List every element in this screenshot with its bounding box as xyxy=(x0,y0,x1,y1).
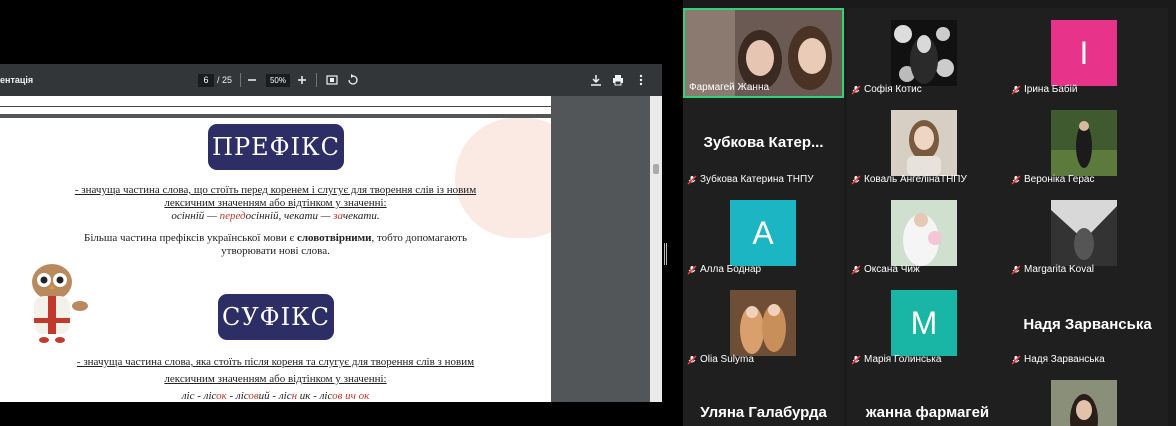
page-count: / 25 xyxy=(217,75,233,85)
prefix-definition-line1: - значуща частина слова, що стоїть перед… xyxy=(74,184,477,196)
participant-tile[interactable]: Margarita Koval xyxy=(1007,188,1168,278)
participant-tile[interactable]: M Марія Голинська xyxy=(847,278,1008,368)
mic-muted-icon xyxy=(851,355,861,364)
participant-name: Фармагей Жанна xyxy=(689,82,770,93)
print-icon[interactable] xyxy=(610,72,626,88)
prefix-title: ПРЕФІКС xyxy=(208,124,344,170)
mic-muted-icon xyxy=(1011,85,1021,94)
profile-photo xyxy=(1051,380,1117,426)
prefix-note-line2: утворювати нові слова. xyxy=(221,245,330,257)
mic-muted-icon xyxy=(687,175,697,184)
participant-display-name: Зубкова Катер... xyxy=(703,134,824,151)
download-icon[interactable] xyxy=(588,72,604,88)
participant-tile[interactable]: Вероніка Герас xyxy=(1007,98,1168,188)
toolbar-divider xyxy=(240,73,241,87)
avatar: A xyxy=(730,200,796,266)
profile-photo xyxy=(891,110,957,176)
participant-tile[interactable]: I Ірина Бабій xyxy=(1007,8,1168,98)
profile-photo xyxy=(891,200,957,266)
owl-mascot-icon xyxy=(32,264,88,343)
participant-tile[interactable] xyxy=(1007,368,1168,426)
participant-name: Софія Котис xyxy=(864,84,922,95)
participant-tile[interactable]: Уляна Галабурда xyxy=(683,368,844,426)
pages-area[interactable]: ПРЕФІКС - значуща частина слова, що стої… xyxy=(0,96,650,402)
zoom-input[interactable]: 50% xyxy=(266,74,290,87)
participant-tile[interactable]: Надя Зарванська Надя Зарванська xyxy=(1007,278,1168,368)
participant-name: Зубкова Катерина ТНПУ xyxy=(700,174,814,185)
participant-name: Надя Зарванська xyxy=(1024,354,1105,365)
mic-muted-icon xyxy=(851,265,861,274)
avatar: M xyxy=(891,290,957,356)
participant-name: Коваль АнгелінаТНПУ xyxy=(864,174,967,185)
participant-gallery: Фармагей Жанна Софія Котис I Ірина Бабій… xyxy=(683,0,1176,426)
participant-tile[interactable]: A Алла Боднар xyxy=(683,188,844,278)
participant-tile[interactable]: Olia Sulyma xyxy=(683,278,844,368)
mic-muted-icon xyxy=(1011,175,1021,184)
participant-tile[interactable]: жанна фармагей xyxy=(847,368,1008,426)
profile-photo xyxy=(1051,200,1117,266)
participant-name: Вероніка Герас xyxy=(1024,174,1095,185)
participant-name: Алла Боднар xyxy=(700,264,762,275)
prefix-definition-line2: лексичним значенням або відтінком у знач… xyxy=(164,197,387,209)
participant-name: Margarita Koval xyxy=(1024,264,1095,275)
minus-icon[interactable] xyxy=(244,72,260,88)
mic-muted-icon xyxy=(851,85,861,94)
rotate-icon[interactable] xyxy=(345,72,361,88)
previous-page xyxy=(0,96,551,114)
mic-muted-icon xyxy=(1011,265,1021,274)
fit-page-icon[interactable] xyxy=(324,72,340,88)
participant-name: Olia Sulyma xyxy=(700,354,754,365)
viewer-toolbar: ентація 6 / 25 50% xyxy=(0,64,662,96)
participant-display-name: жанна фармагей xyxy=(865,404,990,421)
profile-photo xyxy=(891,20,957,86)
document-title: ентація xyxy=(0,75,34,85)
toolbar-divider xyxy=(316,73,317,87)
mic-muted-icon xyxy=(687,355,697,364)
avatar: I xyxy=(1051,20,1117,86)
vertical-scrollbar[interactable] xyxy=(650,96,662,402)
participant-tile[interactable]: Софія Котис xyxy=(847,8,1008,98)
suffix-title: СУФІКС xyxy=(218,294,334,340)
prefix-note-line1: Більша частина префіксів української мов… xyxy=(84,232,467,244)
participant-tile[interactable]: Коваль АнгелінаТНПУ xyxy=(847,98,1008,188)
slide-page: ПРЕФІКС - значуща частина слова, що стої… xyxy=(0,118,551,402)
participant-name: Марія Голинська xyxy=(864,354,942,365)
prefix-examples: осінній — передосінній, чекати — зачекат… xyxy=(171,210,380,222)
suffix-definition-line2: лексичним значенням або відтінком у знач… xyxy=(164,373,387,385)
profile-photo xyxy=(730,290,796,356)
split-view-handle[interactable] xyxy=(664,243,667,265)
plus-icon[interactable] xyxy=(294,72,310,88)
participant-name: Ірина Бабій xyxy=(1024,84,1078,95)
participant-tile[interactable]: Зубкова Катер... Зубкова Катерина ТНПУ xyxy=(683,98,844,188)
participant-display-name: Уляна Галабурда xyxy=(700,404,827,421)
pdf-viewer: ентація 6 / 25 50% ПРЕФІКС - значуща час… xyxy=(0,64,662,402)
page-number-input[interactable]: 6 xyxy=(198,74,214,87)
more-icon[interactable] xyxy=(633,72,649,88)
participant-name: Оксана Чиж xyxy=(864,264,920,275)
participant-tile[interactable]: Оксана Чиж xyxy=(847,188,1008,278)
mic-muted-icon xyxy=(687,265,697,274)
suffix-examples: ліс - лісок - лісовий - лісн ик - лісов … xyxy=(181,390,370,402)
mic-muted-icon xyxy=(1011,355,1021,364)
suffix-definition-line1: - значуща частина слова, яка стоїть післ… xyxy=(76,356,475,368)
profile-photo xyxy=(1051,110,1117,176)
participant-tile[interactable]: Фармагей Жанна xyxy=(683,8,844,98)
mic-muted-icon xyxy=(851,175,861,184)
participant-display-name: Надя Зарванська xyxy=(1023,316,1152,333)
